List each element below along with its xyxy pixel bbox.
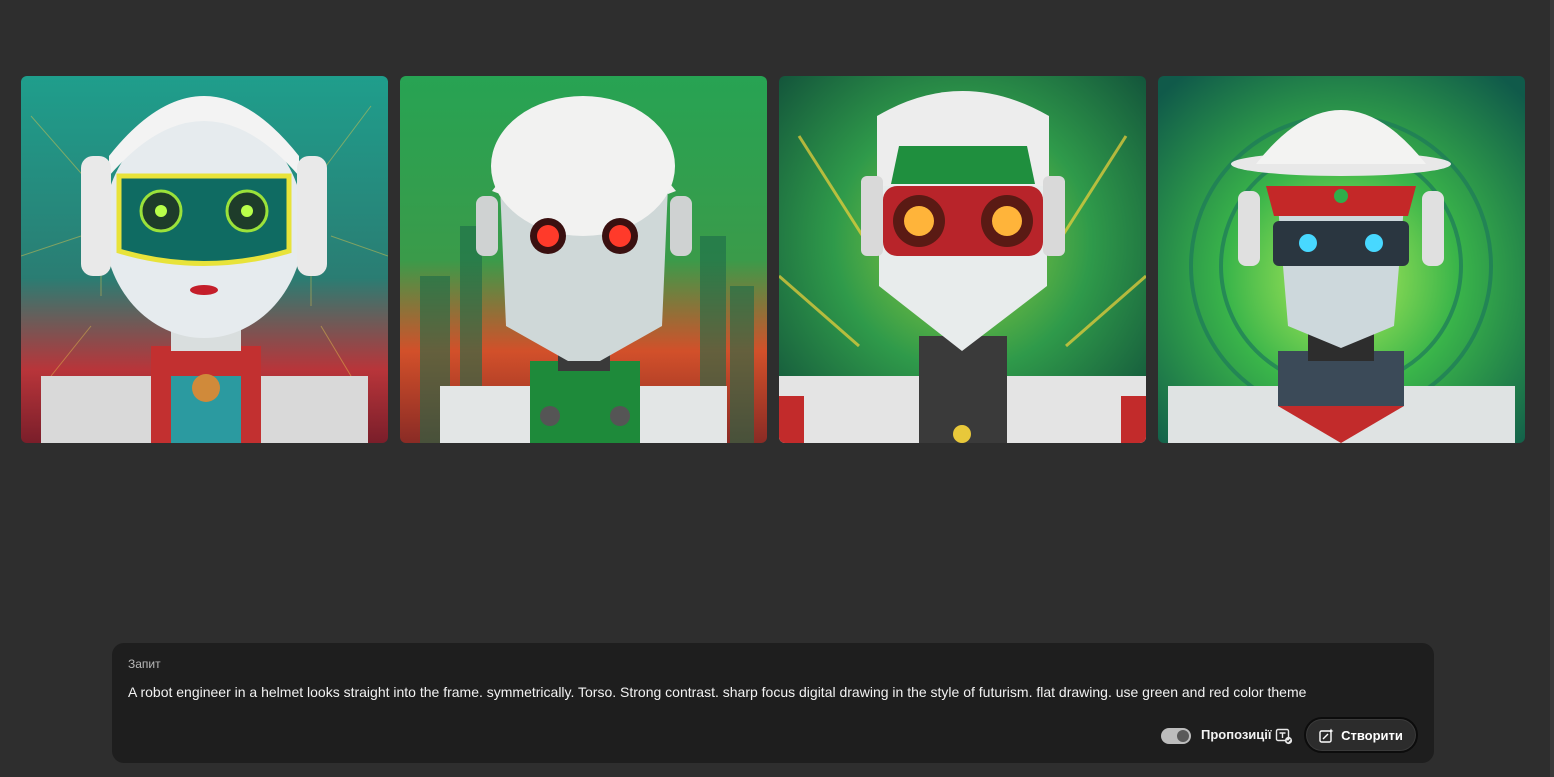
robot-image-1[interactable] — [21, 76, 388, 443]
robot-portrait-orange-goggles-icon — [779, 76, 1146, 443]
image-gallery — [21, 76, 1525, 443]
suggestions-label: Пропозиції — [1201, 727, 1272, 742]
toggle-knob — [1177, 730, 1189, 742]
text-suggestion-icon[interactable] — [1275, 727, 1293, 745]
robot-portrait-teal-visor-icon — [21, 76, 388, 443]
prompt-label: Запит — [128, 657, 161, 671]
scrollbar[interactable] — [1550, 0, 1554, 777]
robot-image-4[interactable] — [1158, 76, 1525, 443]
suggestions-toggle[interactable] — [1161, 728, 1191, 744]
prompt-panel: Запит A robot engineer in a helmet looks… — [112, 643, 1434, 763]
robot-image-3[interactable] — [779, 76, 1146, 443]
generate-button-label: Створити — [1341, 727, 1403, 743]
robot-portrait-hardhat-blue-eyes-icon — [1158, 76, 1525, 443]
prompt-input[interactable]: A robot engineer in a helmet looks strai… — [128, 683, 1418, 701]
robot-image-2[interactable] — [400, 76, 767, 443]
generate-sparkle-icon — [1319, 728, 1334, 743]
firefly-generation-page: Запит A robot engineer in a helmet looks… — [0, 0, 1554, 777]
robot-portrait-red-eyes-icon — [400, 76, 767, 443]
generate-button[interactable]: Створити — [1304, 717, 1418, 753]
